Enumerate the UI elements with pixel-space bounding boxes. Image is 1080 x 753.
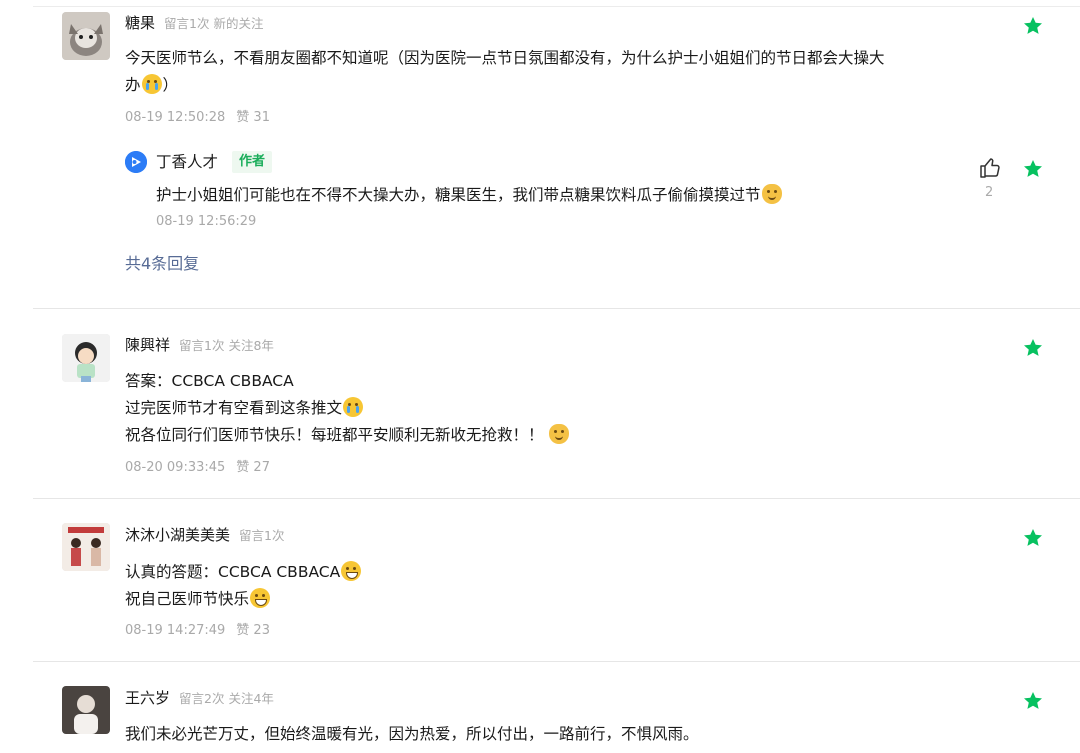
avatar[interactable] bbox=[62, 523, 110, 571]
comment-meta: 王六岁 留言2次 关注4年 bbox=[125, 686, 274, 708]
avatar[interactable] bbox=[62, 334, 110, 382]
reply-time: 08-19 12:56:29 bbox=[156, 214, 257, 229]
comment-text: 我们未必光芒万丈，但始终温暖有光，因为热爱，所以付出，一路前行，不惧风雨。 bbox=[125, 725, 699, 743]
cat-face-icon bbox=[761, 184, 782, 204]
comment-text: 今天医师节么，不看朋友圈都不知道呢（因为医院一点节日氛围都没有，为什么护士小姐姐… bbox=[125, 49, 885, 94]
like-count: 赞 31 bbox=[236, 110, 270, 125]
comment-time: 08-20 09:33:45 赞 27 bbox=[125, 460, 270, 475]
grin-emoji-icon bbox=[341, 561, 362, 581]
comment-text: 认真的答题：CCBCA CBBACA 祝自己医师节快乐 bbox=[125, 559, 965, 613]
comment-time: 08-19 12:50:28 赞 31 bbox=[125, 110, 270, 125]
star-icon[interactable] bbox=[1022, 690, 1044, 712]
comment-meta: 沐沐小湖美美美 留言1次 bbox=[125, 523, 284, 545]
avatar[interactable] bbox=[62, 686, 110, 734]
comment-text: 答案：CCBCA CBBACA 过完医师节才有空看到这条推文 祝各位同行们医师节… bbox=[125, 368, 965, 449]
user-stats: 留言1次 关注8年 bbox=[179, 337, 274, 353]
user-stats: 留言1次 bbox=[239, 527, 285, 543]
star-icon[interactable] bbox=[1022, 527, 1044, 549]
author-badge: 作者 bbox=[232, 151, 273, 173]
nickname[interactable]: 王六岁 bbox=[125, 687, 170, 708]
cat-face-icon bbox=[549, 424, 570, 444]
star-icon[interactable] bbox=[1022, 15, 1044, 37]
user-stats: 留言2次 关注4年 bbox=[179, 690, 274, 706]
more-replies-link[interactable]: 共4条回复 bbox=[125, 250, 199, 274]
nickname[interactable]: 糖果 bbox=[125, 12, 155, 33]
author-name[interactable]: 丁香人才 bbox=[156, 150, 218, 172]
star-icon[interactable] bbox=[1022, 337, 1044, 359]
like-count: 赞 27 bbox=[236, 460, 270, 475]
user-stats: 留言1次 新的关注 bbox=[164, 15, 264, 31]
author-avatar[interactable] bbox=[125, 151, 147, 173]
like-count: 赞 23 bbox=[236, 623, 270, 638]
comment-meta: 糖果 留言1次 新的关注 bbox=[125, 11, 263, 33]
avatar[interactable] bbox=[62, 12, 110, 60]
grin-emoji-icon bbox=[250, 588, 271, 608]
divider bbox=[33, 661, 1080, 662]
divider bbox=[33, 498, 1080, 499]
crying-emoji-icon bbox=[343, 397, 364, 417]
thumbs-up-icon[interactable] bbox=[978, 156, 1002, 180]
crying-emoji-icon bbox=[141, 74, 162, 94]
nickname[interactable]: 陳興祥 bbox=[125, 334, 170, 355]
comment-meta: 陳興祥 留言1次 关注8年 bbox=[125, 333, 274, 355]
divider bbox=[33, 308, 1080, 309]
reply-like-count: 2 bbox=[985, 185, 994, 200]
comment-time: 08-19 14:27:49 赞 23 bbox=[125, 623, 270, 638]
star-icon[interactable] bbox=[1022, 158, 1044, 180]
top-divider bbox=[33, 6, 1080, 7]
nickname[interactable]: 沐沐小湖美美美 bbox=[125, 524, 230, 545]
reply-text: 护士小姐姐们可能也在不得不大操大办，糖果医生，我们带点糖果饮料瓜子偷偷摸摸过节 bbox=[156, 182, 783, 208]
